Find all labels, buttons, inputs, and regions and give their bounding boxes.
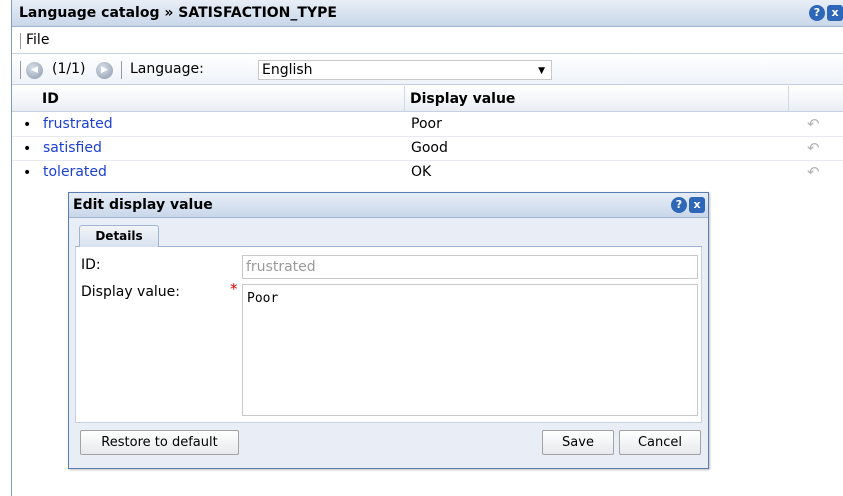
window-titlebar: Language catalog » SATISFACTION_TYPE ? x <box>12 0 843 27</box>
menu-file[interactable]: File <box>26 32 49 48</box>
chevron-down-icon: ▼ <box>538 66 545 76</box>
menu-bar: File <box>12 28 843 54</box>
table-row: • tolerated OK ↶ <box>12 161 843 185</box>
help-icon[interactable]: ? <box>671 197 687 213</box>
table-row: • frustrated Poor ↶ <box>12 113 843 137</box>
left-edge <box>0 0 12 496</box>
dialog-titlebar: Edit display value ? x <box>69 193 708 218</box>
id-field: frustrated <box>242 255 698 279</box>
next-page-button[interactable]: ▶ <box>96 62 113 79</box>
window-title-icons: ? x <box>809 5 843 21</box>
toolbar-separator <box>121 61 122 79</box>
column-divider <box>788 86 789 112</box>
dialog-title-icons: ? x <box>671 197 705 213</box>
save-button[interactable]: Save <box>542 430 614 455</box>
language-select-value: English <box>262 62 313 78</box>
display-value-field[interactable]: Poor <box>242 284 698 416</box>
help-icon[interactable]: ? <box>809 5 825 21</box>
row-bullet: • <box>23 141 32 157</box>
id-label: ID: <box>81 257 101 273</box>
dialog-tabs: Details <box>75 223 702 248</box>
undo-icon[interactable]: ↶ <box>807 163 820 181</box>
tab-details[interactable]: Details <box>79 225 159 248</box>
table-row: • satisfied Good ↶ <box>12 137 843 161</box>
column-header-display-value[interactable]: Display value <box>410 91 515 107</box>
row-id-link[interactable]: frustrated <box>43 116 113 132</box>
edit-display-value-dialog: Edit display value ? x Details ID: frust… <box>68 192 709 469</box>
column-header-id[interactable]: ID <box>42 91 59 107</box>
undo-icon[interactable]: ↶ <box>807 115 820 133</box>
row-id-link[interactable]: tolerated <box>43 164 107 180</box>
arrow-right-icon: ▶ <box>101 65 108 75</box>
toolbar: ◀ (1/1) ▶ Language: English ▼ <box>12 55 843 85</box>
cancel-button[interactable]: Cancel <box>619 430 701 455</box>
close-icon[interactable]: x <box>689 197 705 213</box>
row-bullet: • <box>23 165 32 181</box>
row-bullet: • <box>23 117 32 133</box>
language-select[interactable]: English ▼ <box>258 60 552 80</box>
column-divider <box>404 86 405 112</box>
dialog-title: Edit display value <box>73 197 213 213</box>
row-display-value: OK <box>411 164 432 180</box>
row-display-value: Poor <box>411 116 442 132</box>
close-icon[interactable]: x <box>827 5 843 21</box>
toolbar-separator <box>20 61 21 79</box>
details-panel: ID: frustrated Display value: * Poor <box>75 247 702 423</box>
display-value-label: Display value: <box>81 284 181 300</box>
language-label: Language: <box>130 61 204 77</box>
restore-default-button[interactable]: Restore to default <box>80 430 239 455</box>
arrow-left-icon: ◀ <box>31 65 38 75</box>
window-title: Language catalog » SATISFACTION_TYPE <box>19 5 337 21</box>
previous-page-button[interactable]: ◀ <box>26 62 43 79</box>
required-marker: * <box>230 280 238 298</box>
row-display-value: Good <box>411 140 448 156</box>
page-count: (1/1) <box>52 61 86 77</box>
undo-icon[interactable]: ↶ <box>807 139 820 157</box>
table-header: ID Display value <box>12 86 843 112</box>
menu-separator <box>20 33 21 49</box>
row-id-link[interactable]: satisfied <box>43 140 102 156</box>
